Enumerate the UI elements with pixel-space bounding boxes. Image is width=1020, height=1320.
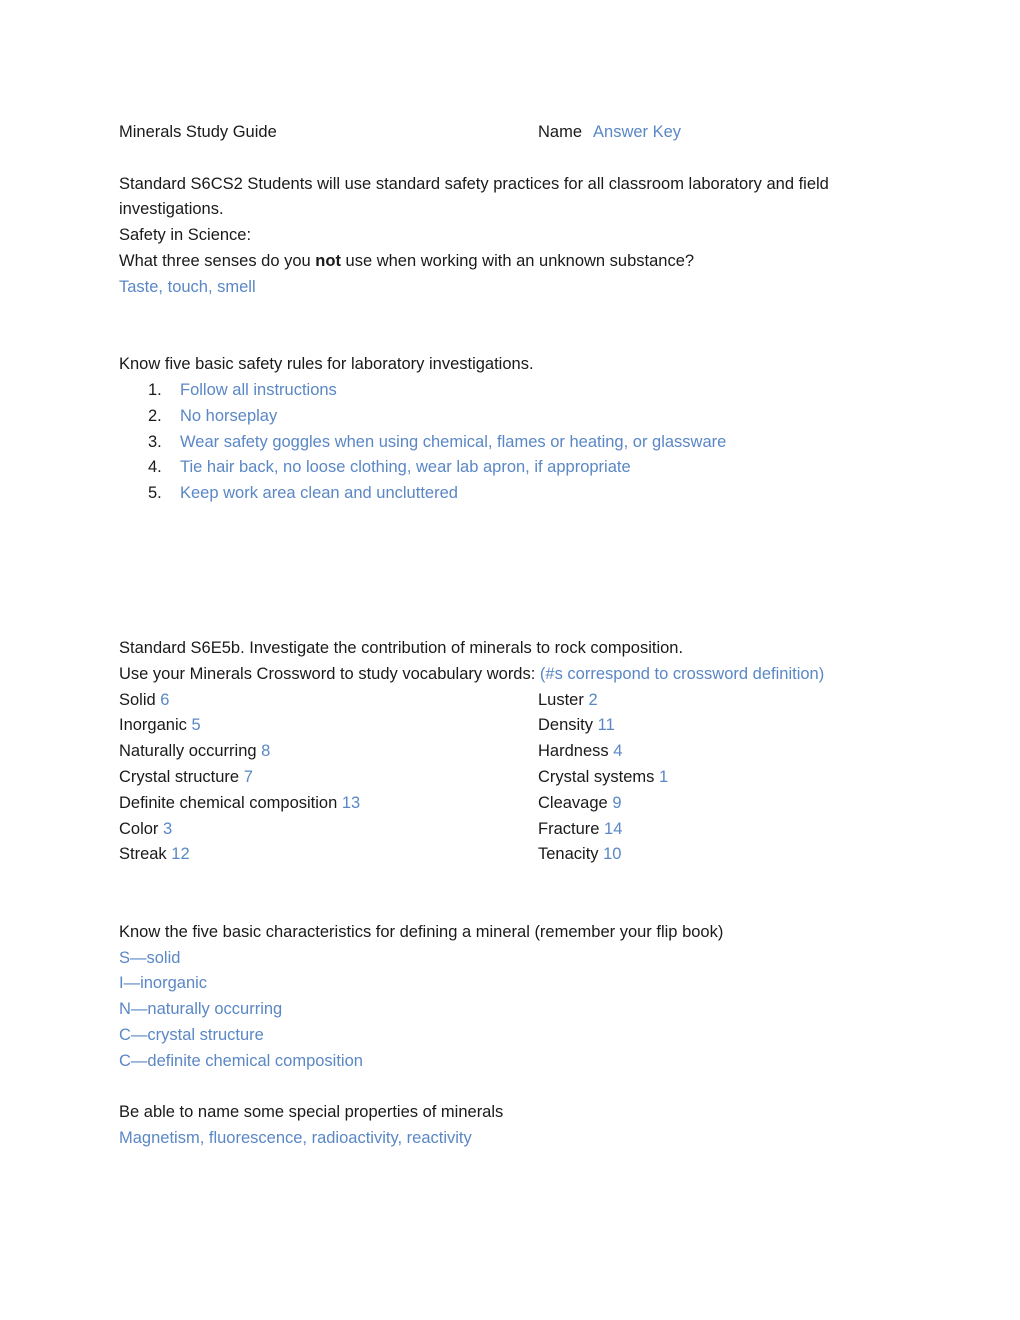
list-marker: 2. [148,406,162,425]
characteristic-item: C—crystal structure [119,1025,264,1044]
table-row: Definite chemical composition 13 Cleavag… [119,791,909,817]
vocab-term: Solid [119,690,156,709]
vocab-term: Fracture [538,819,600,838]
list-item: 2. No horseplay [119,404,909,430]
list-marker: 4. [148,458,162,477]
name-value: Answer Key [593,123,682,141]
document-page: Minerals Study Guide Name Answer Key Sta… [0,0,1020,1320]
vocab-number: 1 [659,767,669,786]
vocab-entry-left: Naturally occurring 8 [119,739,538,765]
vocab-number: 14 [604,819,623,838]
name-label: Name [538,123,583,141]
crossword-instruction: Use your Minerals Crossword to study voc… [119,662,909,688]
vocab-number: 10 [603,845,622,864]
vocab-term: Naturally occurring [119,742,257,761]
vocabulary-table: Solid 6 Luster 2 Inorganic 5 Density 11 … [119,688,909,869]
vocab-term: Crystal systems [538,767,655,786]
list-item: 1. Follow all instructions [119,378,909,404]
vocab-entry-right: Density 11 [538,713,909,739]
vocab-number: 5 [191,716,201,735]
vocab-term: Color [119,819,159,838]
crossword-note: (#s correspond to crossword definition) [539,664,825,683]
vocab-number: 6 [160,690,170,709]
table-row: Crystal structure 7 Crystal systems 1 [119,765,909,791]
vocab-entry-left: Solid 6 [119,688,538,714]
safety-rules-list: 1. Follow all instructions 2. No horsepl… [119,378,909,507]
vocab-term: Cleavage [538,793,608,812]
vocab-entry-right: Tenacity 10 [538,842,909,868]
vocab-entry-right: Luster 2 [538,688,909,714]
characteristics-heading: Know the five basic characteristics for … [119,922,724,941]
vocab-number: 2 [588,690,598,709]
vocab-term: Inorganic [119,716,187,735]
page-title: Minerals Study Guide [119,123,277,141]
list-marker: 1. [148,380,162,399]
vocab-term: Crystal structure [119,767,240,786]
standard-s6cs2-line2: investigations. [119,200,224,219]
document-body: Minerals Study Guide Name Answer Key Sta… [119,120,909,1152]
table-row: Inorganic 5 Density 11 [119,713,909,739]
vocab-number: 8 [261,742,271,761]
list-item: 4. Tie hair back, no loose clothing, wea… [119,455,909,481]
list-item-label: Keep work area clean and uncluttered [180,484,458,503]
vocab-term: Definite chemical composition [119,793,338,812]
vocab-term: Density [538,716,594,735]
standard-s6e5b-heading: Standard S6E5b. Investigate the contribu… [119,638,684,657]
vocab-term: Streak [119,845,167,864]
table-row: Streak 12 Tenacity 10 [119,842,909,868]
list-item: 5. Keep work area clean and uncluttered [119,481,909,507]
vocab-entry-left: Color 3 [119,817,538,843]
list-marker: 5. [148,484,162,503]
senses-question: What three senses do you not use when wo… [119,249,909,275]
vocab-number: 11 [597,716,615,735]
vocab-entry-right: Crystal systems 1 [538,765,909,791]
senses-answer: Taste, touch, smell [119,277,256,296]
vocab-entry-left: Streak 12 [119,842,538,868]
vocab-number: 4 [613,742,623,761]
vocab-entry-right: Fracture 14 [538,817,909,843]
safety-rules-heading: Know five basic safety rules for laborat… [119,355,534,374]
list-item-label: Follow all instructions [180,380,337,399]
vocab-number: 3 [163,819,173,838]
safety-in-science-heading: Safety in Science: [119,226,252,245]
special-properties-answer: Magnetism, fluorescence, radioactivity, … [119,1129,472,1148]
vocab-entry-right: Cleavage 9 [538,791,909,817]
table-row: Solid 6 Luster 2 [119,688,909,714]
list-item-label: Tie hair back, no loose clothing, wear l… [180,458,631,477]
list-item-label: No horseplay [180,406,278,425]
characteristic-item: I—inorganic [119,974,208,993]
characteristic-item: S—solid [119,948,181,967]
list-item-label: Wear safety goggles when using chemical,… [180,432,727,451]
vocab-term: Tenacity [538,845,599,864]
table-row: Naturally occurring 8 Hardness 4 [119,739,909,765]
crossword-intro-text: Use your Minerals Crossword to study voc… [119,664,540,683]
vocab-entry-left: Crystal structure 7 [119,765,538,791]
senses-question-part2: use when working with an unknown substan… [340,251,695,270]
vocab-number: 12 [171,845,190,864]
special-properties-heading: Be able to name some special properties … [119,1103,504,1122]
table-row: Color 3 Fracture 14 [119,817,909,843]
characteristic-item: C—definite chemical composition [119,1051,363,1070]
list-marker: 3. [148,432,162,451]
standard-s6cs2-line1: Standard S6CS2 Students will use standar… [119,174,829,193]
vocab-entry-left: Inorganic 5 [119,713,538,739]
vocab-number: 9 [612,793,622,812]
senses-question-emphasis: not [315,251,341,270]
vocab-term: Luster [538,690,584,709]
document-header: Minerals Study Guide Name Answer Key [119,120,909,146]
vocab-number: 7 [243,767,253,786]
list-item: 3. Wear safety goggles when using chemic… [119,430,909,456]
characteristic-item: N—naturally occurring [119,1000,283,1019]
vocab-term: Hardness [538,742,609,761]
vocab-entry-left: Definite chemical composition 13 [119,791,538,817]
vocab-entry-right: Hardness 4 [538,739,909,765]
senses-question-part1: What three senses do you [119,251,316,270]
vocab-number: 13 [341,793,361,812]
